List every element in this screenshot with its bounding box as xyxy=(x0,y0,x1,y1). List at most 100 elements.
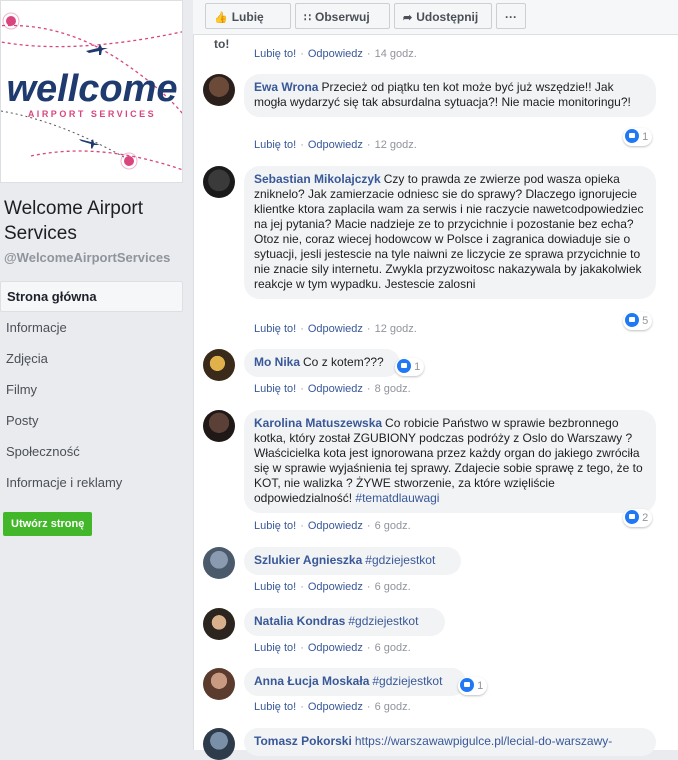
logo-wordmark: wellcome xyxy=(6,68,177,110)
page-nav: Strona główna Informacje Zdjęcia Filmy P… xyxy=(0,281,183,498)
comment-author[interactable]: Ewa Wrona xyxy=(254,80,318,94)
page-action-bar: 👍 Lubię to! ∷ Obserwuj ➦ Udostępnij ··· xyxy=(193,0,678,51)
rss-icon: ∷ xyxy=(304,12,311,24)
like-comment-link[interactable]: Lubię to! xyxy=(254,139,296,151)
reaction-number: 1 xyxy=(414,361,421,373)
nav-item-about[interactable]: Informacje xyxy=(0,312,183,343)
comment-meta: Lubię to! · Odpowiedz · 6 godz. xyxy=(254,642,411,654)
hashtag-link[interactable]: #tematdlauwagi xyxy=(355,491,439,505)
comment-meta: Lubię to! · Odpowiedz · 8 godz. xyxy=(254,383,411,395)
follow-label: Obserwuj xyxy=(315,10,370,24)
like-page-button[interactable]: 👍 Lubię to! xyxy=(205,3,291,51)
comment-text: Co z kotem??? xyxy=(303,355,384,369)
nav-item-home[interactable]: Strona główna xyxy=(0,281,183,312)
follow-button[interactable]: ∷ Obserwuj xyxy=(295,3,390,29)
like-comment-link[interactable]: Lubię to! xyxy=(254,383,296,395)
reply-link[interactable]: Odpowiedz xyxy=(308,323,363,335)
reply-link[interactable]: Odpowiedz xyxy=(308,48,363,60)
more-options-button[interactable]: ··· xyxy=(496,3,526,29)
reply-link[interactable]: Odpowiedz xyxy=(308,139,363,151)
share-button[interactable]: ➦ Udostępnij xyxy=(394,3,492,29)
comment-time[interactable]: 6 godz. xyxy=(375,520,411,532)
comment-link[interactable]: https://warszawawpigulce.pl/lecial-do-wa… xyxy=(355,734,612,748)
like-reaction-icon xyxy=(625,510,639,525)
like-comment-link[interactable]: Lubię to! xyxy=(254,701,296,713)
comment-bubble: Szlukier Agnieszka #gdziejestkot xyxy=(244,547,461,575)
avatar[interactable] xyxy=(203,668,235,700)
page-profile-picture[interactable]: wellcome AIRPORT SERVICES xyxy=(0,0,183,183)
avatar[interactable] xyxy=(203,608,235,640)
like-comment-link[interactable]: Lubię to! xyxy=(254,642,296,654)
nav-item-photos[interactable]: Zdjęcia xyxy=(0,343,183,374)
comment-time[interactable]: 6 godz. xyxy=(375,642,411,654)
reaction-number: 2 xyxy=(642,512,649,524)
reaction-number: 5 xyxy=(642,315,649,327)
reply-link[interactable]: Odpowiedz xyxy=(308,581,363,593)
avatar[interactable] xyxy=(203,166,235,198)
page-handle[interactable]: @WelcomeAirportServices xyxy=(4,250,170,265)
comment-bubble: Anna Łucja Moskała #gdziejestkot xyxy=(244,668,466,696)
like-reaction-icon xyxy=(460,678,474,693)
reaction-count[interactable]: 1 xyxy=(458,677,488,695)
comment-author[interactable]: Mo Nika xyxy=(254,355,300,369)
avatar[interactable] xyxy=(203,349,235,381)
comment-author[interactable]: Natalia Kondras xyxy=(254,614,345,628)
comment-bubble: Natalia Kondras #gdziejestkot xyxy=(244,608,445,636)
avatar[interactable] xyxy=(203,547,235,579)
like-reaction-icon xyxy=(397,359,411,374)
comment-text: Czy to prawda ze zwierze pod wasza opiek… xyxy=(254,172,644,291)
page-sidebar: wellcome AIRPORT SERVICES Welcome Airpor… xyxy=(0,0,193,750)
like-comment-link[interactable]: Lubię to! xyxy=(254,48,296,60)
page-title[interactable]: Welcome Airport Services xyxy=(4,196,184,246)
reply-link[interactable]: Odpowiedz xyxy=(308,520,363,532)
nav-item-community[interactable]: Społeczność xyxy=(0,436,183,467)
hashtag-link[interactable]: #gdziejestkot xyxy=(348,614,418,628)
comment-meta: Lubię to! · Odpowiedz · 6 godz. xyxy=(254,520,411,532)
comment-author[interactable]: Karolina Matuszewska xyxy=(254,416,382,430)
avatar[interactable] xyxy=(203,410,235,442)
comment-author[interactable]: Sebastian Mikolajczyk xyxy=(254,172,381,186)
comment-meta: Lubię to! · Odpowiedz · 12 godz. xyxy=(254,139,417,151)
reply-link[interactable]: Odpowiedz xyxy=(308,642,363,654)
like-comment-link[interactable]: Lubię to! xyxy=(254,581,296,593)
share-label: Udostępnij xyxy=(416,10,479,24)
reply-link[interactable]: Odpowiedz xyxy=(308,701,363,713)
avatar[interactable] xyxy=(203,74,235,106)
comment-time[interactable]: 14 godz. xyxy=(375,48,417,60)
comment-meta: Lubię to! · Odpowiedz · 6 godz. xyxy=(254,581,411,593)
like-reaction-icon xyxy=(625,129,639,144)
comment-time[interactable]: 6 godz. xyxy=(375,701,411,713)
comment-author[interactable]: Anna Łucja Moskała xyxy=(254,674,369,688)
comment-meta: Lubię to! · Odpowiedz · 14 godz. xyxy=(254,48,417,60)
comment-meta: Lubię to! · Odpowiedz · 12 godz. xyxy=(254,323,417,335)
like-comment-link[interactable]: Lubię to! xyxy=(254,323,296,335)
comment-bubble: Ewa Wrona Przecież od piątku ten kot może… xyxy=(244,74,656,117)
hashtag-link[interactable]: #gdziejestkot xyxy=(372,674,442,688)
comment-author[interactable]: Tomasz Pokorski xyxy=(254,734,352,748)
hashtag-link[interactable]: #gdziejestkot xyxy=(365,553,435,567)
reaction-count[interactable]: 1 xyxy=(623,128,653,146)
reaction-count[interactable]: 2 xyxy=(623,509,653,527)
avatar[interactable] xyxy=(203,728,235,760)
nav-item-posts[interactable]: Posty xyxy=(0,405,183,436)
reaction-count[interactable]: 1 xyxy=(395,358,425,376)
reaction-count[interactable]: 5 xyxy=(623,312,653,330)
like-reaction-icon xyxy=(625,313,639,328)
create-page-button[interactable]: Utwórz stronę xyxy=(3,512,93,536)
comment-author[interactable]: Szlukier Agnieszka xyxy=(254,553,362,567)
like-comment-link[interactable]: Lubię to! xyxy=(254,520,296,532)
comment-time[interactable]: 8 godz. xyxy=(375,383,411,395)
logo-subtitle: AIRPORT SERVICES xyxy=(28,109,156,119)
comment-meta: Lubię to! · Odpowiedz · 6 godz. xyxy=(254,701,411,713)
comment-bubble: Tomasz Pokorski https://warszawawpigulce.… xyxy=(244,728,656,756)
reaction-number: 1 xyxy=(477,680,484,692)
reaction-number: 1 xyxy=(642,131,649,143)
comment-bubble: Karolina Matuszewska Co robicie Państwo w… xyxy=(244,410,656,513)
nav-item-videos[interactable]: Filmy xyxy=(0,374,183,405)
comment-time[interactable]: 12 godz. xyxy=(375,323,417,335)
comment-time[interactable]: 12 godz. xyxy=(375,139,417,151)
nav-item-info-and-ads[interactable]: Informacje i reklamy xyxy=(0,467,183,498)
reply-link[interactable]: Odpowiedz xyxy=(308,383,363,395)
comment-time[interactable]: 6 godz. xyxy=(375,581,411,593)
comment-bubble: Sebastian Mikolajczyk Czy to prawda ze zw… xyxy=(244,166,656,299)
